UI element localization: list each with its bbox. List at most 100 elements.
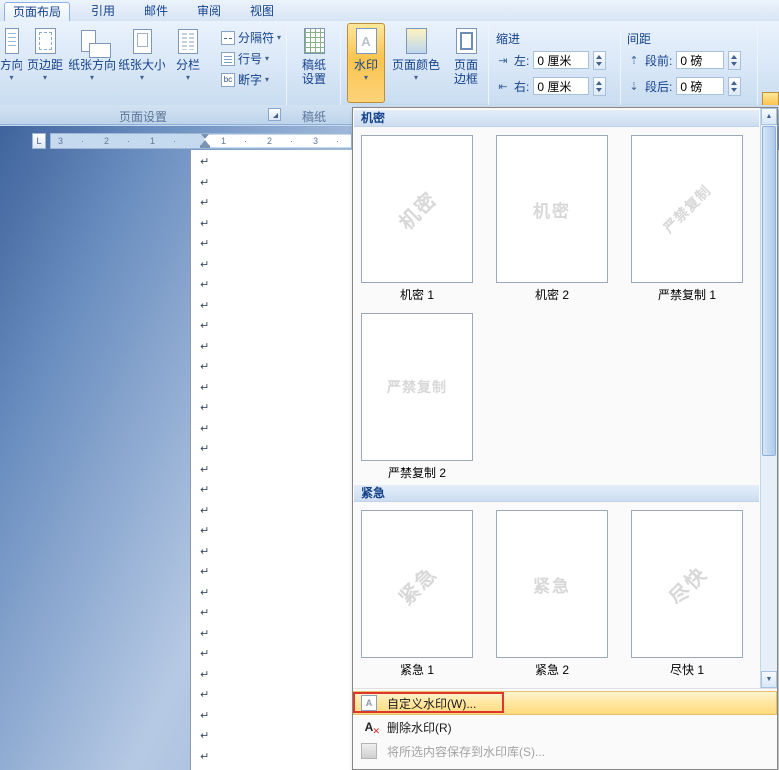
tab-review[interactable]: 审阅 <box>186 2 232 21</box>
grid-settings-label-line1: 稿纸 <box>301 58 326 72</box>
menu-item-remove-watermark[interactable]: A ✕ 删除水印(R) <box>353 715 777 739</box>
page-borders-label-line2: 边框 <box>453 72 478 86</box>
line-numbers-label: 行号 <box>238 52 263 66</box>
line-numbers-button[interactable]: 行号 ▾ <box>221 49 285 68</box>
chevron-down-icon: ▾ <box>265 75 270 84</box>
watermark-thumbnail-label: 紧急 1 <box>399 663 434 677</box>
gallery-scrollbar[interactable]: ▲ ▼ <box>760 108 777 688</box>
ruler-number: · <box>244 136 247 146</box>
paragraph-mark-icon: ↵ <box>200 586 210 599</box>
hyphenation-button[interactable]: bc 断字 ▾ <box>221 70 285 89</box>
indent-right-label: 右: <box>514 79 530 94</box>
paragraph-mark-icon: ↵ <box>200 525 210 537</box>
watermark-thumbnail-label: 紧急 2 <box>534 663 569 677</box>
paragraph-mark-icon: ↵ <box>200 340 210 353</box>
watermark-thumbnail-nocopy1[interactable]: 严禁复制 <box>631 135 743 283</box>
left-indent-marker[interactable] <box>200 145 210 148</box>
indent-right-icon: ⇤ <box>498 80 508 93</box>
margins-label: 页边距 <box>26 58 63 72</box>
watermark-thumbnail-jinji1[interactable]: 紧急 <box>361 510 473 658</box>
indent-right-stepper[interactable] <box>593 76 607 96</box>
paragraph-mark-icon: ↵ <box>200 545 210 558</box>
scroll-down-button[interactable]: ▼ <box>761 671 777 688</box>
breaks-button[interactable]: 分隔符 ▾ <box>221 28 285 47</box>
watermark-menu: A 自定义水印(W)... A ✕ 删除水印(R) 将所选内容保存到水印库(S).… <box>353 688 777 769</box>
indent-right-input[interactable]: 0 厘米 <box>533 77 590 95</box>
menu-item-save-to-watermark-gallery[interactable]: 将所选内容保存到水印库(S)... <box>353 739 777 763</box>
paragraph-mark-icon: ↵ <box>200 709 210 722</box>
ribbon-tab-strip: 页面布局 引用 邮件 审阅 视图 <box>0 0 779 21</box>
indent-left-stepper[interactable] <box>593 50 607 70</box>
spacing-before-input[interactable]: 0 磅 <box>676 51 725 69</box>
grid-paper-group-caption: 稿纸 <box>301 110 326 124</box>
chevron-down-icon: ▾ <box>185 73 190 82</box>
watermark-thumbnail-jimi1[interactable]: 机密 <box>361 135 473 283</box>
paragraph-mark-icon: ↵ <box>200 258 210 271</box>
page-color-button[interactable]: 页面颜色 ▾ <box>388 23 444 103</box>
ruler-number: 1 <box>221 136 227 146</box>
margins-button[interactable]: 页边距 ▾ <box>25 23 65 103</box>
watermark-preview-text: 紧急 <box>533 576 571 596</box>
page-break-icon <box>221 30 235 45</box>
spacing-before-label: 段前: <box>645 53 673 68</box>
scroll-up-button[interactable]: ▲ <box>761 108 777 125</box>
paragraph-marks: ↵ ↵ ↵ ↵ ↵ ↵ ↵ ↵ ↵ ↵ ↵ ↵ ↵ ↵ ↵ ↵ ↵ ↵ ↵ ↵ ↵ ↵ ↵ ↵ ↵ ↵ ↵ ↵ ↵ ↵ <box>200 152 216 767</box>
indent-right-row: ⇤ 右: 0 厘米 <box>496 76 607 96</box>
paragraph-mark-icon: ↵ <box>200 484 210 496</box>
page-borders-button[interactable]: 页面 边框 <box>447 23 485 103</box>
tab-references[interactable]: 引用 <box>80 2 126 21</box>
tab-view[interactable]: 视图 <box>239 2 285 21</box>
ruler-number: · <box>127 136 130 146</box>
paragraph-mark-icon: ↵ <box>200 402 210 414</box>
text-direction-button[interactable]: 方向 ▾ <box>0 23 23 103</box>
columns-button[interactable]: 分栏 ▾ <box>168 23 208 103</box>
menu-item-custom-watermark[interactable]: A 自定义水印(W)... <box>353 691 777 715</box>
watermark-preview-text: 尽快 <box>665 562 713 610</box>
scrollbar-thumb[interactable] <box>762 126 776 456</box>
watermark-thumbnail-jinji2[interactable]: 紧急 <box>496 510 608 658</box>
paragraph-mark-icon: ↵ <box>200 504 210 517</box>
text-direction-label: 方向 <box>0 58 23 72</box>
ruler-number: 1 <box>150 136 156 146</box>
tab-page-layout[interactable]: 页面布局 <box>4 2 70 21</box>
paragraph-mark-icon: ↵ <box>200 463 210 476</box>
watermark-icon: A <box>355 28 377 54</box>
gallery-section-header-confidential: 机密 <box>354 110 759 127</box>
watermark-thumbnail-nocopy2[interactable]: 严禁复制 <box>361 313 473 461</box>
scroll-up-icon: ▲ <box>765 113 773 120</box>
watermark-button[interactable]: A 水印 ▾ <box>347 23 385 103</box>
chevron-down-icon: ▾ <box>9 73 14 82</box>
spacing-after-input[interactable]: 0 磅 <box>676 77 725 95</box>
page-borders-label-line1: 页面 <box>453 58 478 72</box>
tab-stop-selector[interactable]: L <box>32 133 46 149</box>
watermark-preview-text: 严禁复制 <box>387 379 447 395</box>
orientation-button[interactable]: 纸张方向 ▾ <box>68 23 116 103</box>
indent-left-input[interactable]: 0 厘米 <box>533 51 590 69</box>
spacing-after-row: ⇣ 段后: 0 磅 <box>627 76 742 96</box>
orientation-label: 纸张方向 <box>68 58 116 72</box>
spacing-after-stepper[interactable] <box>728 76 742 96</box>
first-line-indent-marker[interactable] <box>201 134 209 139</box>
dialog-launcher-icon[interactable] <box>268 108 281 121</box>
watermark-gallery: 机密 机密 机密 严禁复制 机密 1 机密 2 严禁复制 1 严禁复制 严禁复制… <box>353 108 760 688</box>
watermark-thumbnail-jinkuai1[interactable]: 尽快 <box>631 510 743 658</box>
spacing-before-stepper[interactable] <box>728 50 742 70</box>
line-numbers-icon <box>221 51 235 66</box>
chevron-down-icon: ▾ <box>413 73 418 82</box>
paper-size-button[interactable]: 纸张大小 ▾ <box>118 23 166 103</box>
page-borders-icon <box>455 28 477 54</box>
grid-paper-settings-button[interactable]: 稿纸 设置 <box>291 23 337 103</box>
chevron-down-icon: ▾ <box>42 73 47 82</box>
paragraph-mark-icon: ↵ <box>200 156 210 168</box>
ruler-number: 2 <box>104 136 110 146</box>
watermark-thumbnail-jimi2[interactable]: 机密 <box>496 135 608 283</box>
paragraph-mark-icon: ↵ <box>200 422 210 435</box>
tab-mailings[interactable]: 邮件 <box>133 2 179 21</box>
save-to-gallery-label: 将所选内容保存到水印库(S)... <box>387 744 545 759</box>
watermark-preview-text: 紧急 <box>395 562 443 610</box>
columns-icon <box>178 28 198 54</box>
paragraph-mark-icon: ↵ <box>200 668 210 681</box>
columns-label: 分栏 <box>175 58 200 72</box>
ruler-number: · <box>336 136 339 146</box>
chevron-down-icon: ▾ <box>139 73 144 82</box>
